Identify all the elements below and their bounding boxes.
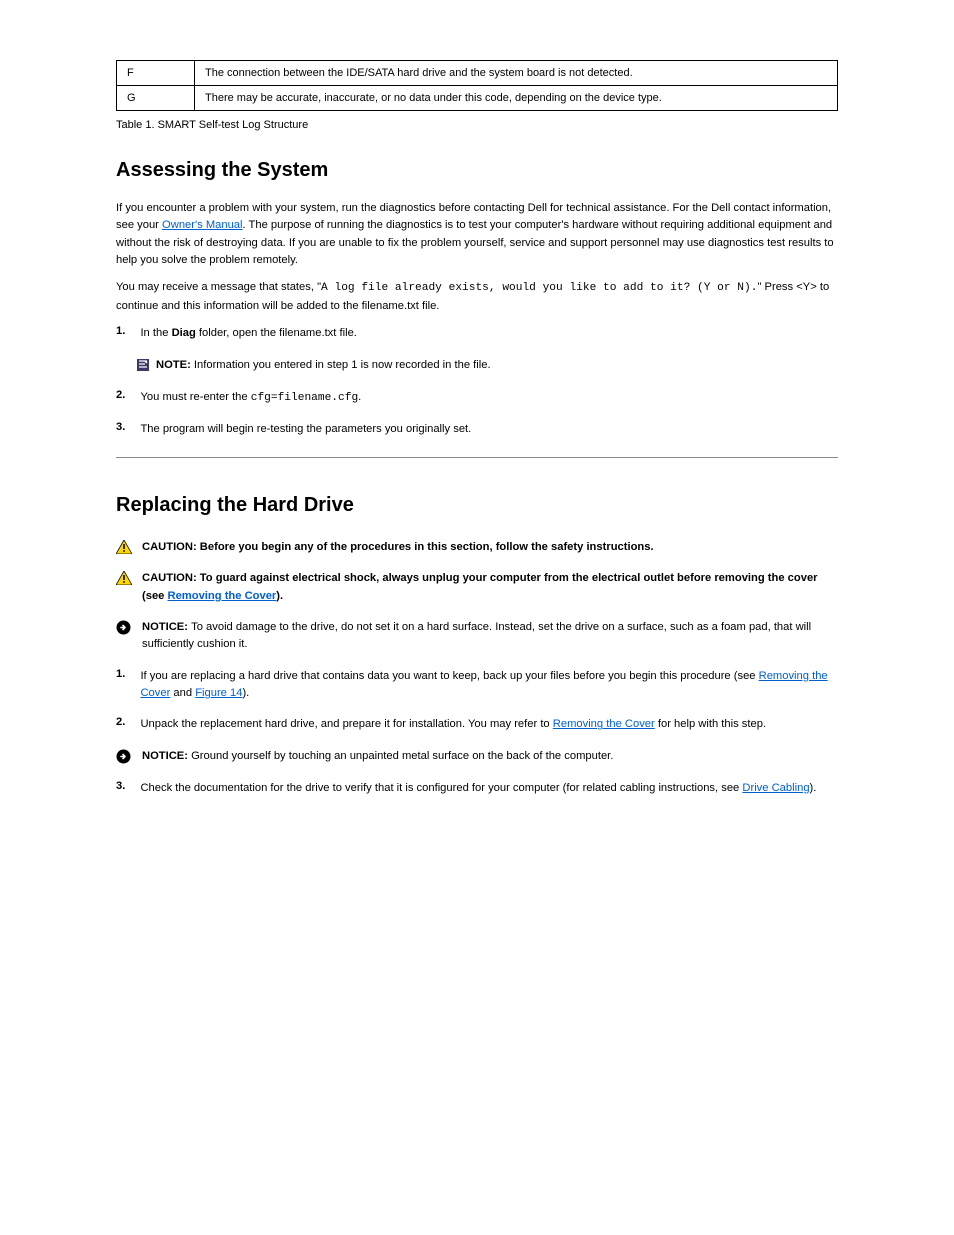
code-text: cfg=filename.cfg [251, 392, 358, 404]
filename-text: filename.txt [362, 300, 419, 312]
section-divider [116, 457, 838, 458]
note-label: NOTE: [156, 359, 194, 371]
code-cell: F [117, 61, 195, 86]
text-run: ). [810, 782, 817, 794]
step-number: 3. [116, 421, 136, 433]
text-run: folder, open the [196, 327, 279, 339]
assess-paragraph-2: You may receive a message that states, "… [116, 279, 838, 315]
repl-step-3: 3. Check the documentation for the drive… [116, 780, 838, 798]
caution-body: Before you begin any of the procedures i… [200, 541, 654, 553]
desc-cell: The connection between the IDE/SATA hard… [195, 61, 838, 86]
text-run: file. [419, 300, 440, 312]
owners-manual-link[interactable]: Owner's Manual [162, 219, 242, 231]
assessing-heading: Assessing the System [116, 159, 838, 182]
text-run: for help with this step. [655, 718, 766, 730]
text-run: and [170, 687, 195, 699]
assess-step-1: 1. In the Diag folder, open the filename… [116, 325, 838, 343]
caution-label: CAUTION: [142, 572, 200, 584]
text-run: Unpack the replacement hard drive, and p… [140, 718, 552, 730]
replacing-heading: Replacing the Hard Drive [116, 494, 838, 517]
repl-step-1: 1. If you are replacing a hard drive tha… [116, 668, 838, 703]
text-run: You may receive a message that states, " [116, 281, 321, 293]
notice-2: NOTICE: Ground yourself by touching an u… [116, 748, 838, 765]
assess-paragraph-1: If you encounter a problem with your sys… [116, 200, 838, 269]
notice-body: To avoid damage to the drive, do not set… [142, 621, 811, 650]
caution-body-tail: ). [276, 590, 283, 602]
desc-cell: There may be accurate, inaccurate, or no… [195, 86, 838, 111]
text-run: ). [242, 687, 249, 699]
notice-label: NOTICE: [142, 621, 191, 633]
step-number: 3. [116, 780, 136, 792]
step-number: 1. [116, 668, 136, 680]
step-number: 2. [116, 716, 136, 728]
smart-codes-table: F The connection between the IDE/SATA ha… [116, 60, 838, 111]
assess-step-2: 2. You must re-enter the cfg=filename.cf… [116, 389, 838, 407]
text-run: file. [336, 327, 357, 339]
notice-1: NOTICE: To avoid damage to the drive, do… [116, 619, 838, 654]
text-run: In the [140, 327, 171, 339]
filename-text: filename.txt [279, 327, 336, 339]
note-icon [136, 357, 156, 372]
assess-step-3: 3. The program will begin re-testing the… [116, 421, 838, 439]
table-row: F The connection between the IDE/SATA ha… [117, 61, 838, 86]
notice-body: Ground yourself by touching an unpainted… [191, 750, 613, 762]
step-text: The program will begin re-testing the pa… [140, 421, 834, 438]
notice-label: NOTICE: [142, 750, 191, 762]
repl-step-2: 2. Unpack the replacement hard drive, an… [116, 716, 838, 734]
text-run: Check the documentation for the drive to… [140, 782, 742, 794]
table-row: G There may be accurate, inaccurate, or … [117, 86, 838, 111]
removing-cover-link[interactable]: Removing the Cover [168, 590, 277, 602]
note-block: NOTE: Information you entered in step 1 … [136, 357, 838, 374]
notice-icon [116, 748, 142, 764]
step-number: 2. [116, 389, 136, 401]
text-run: . [358, 391, 361, 403]
code-cell: G [117, 86, 195, 111]
removing-cover-link[interactable]: Removing the Cover [553, 718, 655, 730]
caution-icon [116, 570, 142, 585]
text-run: You must re-enter the [140, 391, 250, 403]
code-text: A log file already exists, would you lik… [321, 282, 757, 294]
folder-name: Diag [172, 327, 196, 339]
step-number: 1. [116, 325, 136, 337]
table-caption: Table 1. SMART Self-test Log Structure [116, 119, 838, 131]
caution-label: CAUTION: [142, 541, 200, 553]
caution-icon [116, 539, 142, 554]
drive-cabling-link[interactable]: Drive Cabling [742, 782, 809, 794]
figure-link[interactable]: Figure 14 [195, 687, 242, 699]
notice-icon [116, 619, 142, 635]
caution-2: CAUTION: To guard against electrical sho… [116, 570, 838, 605]
text-run: If you are replacing a hard drive that c… [140, 670, 758, 682]
caution-1: CAUTION: Before you begin any of the pro… [116, 539, 838, 556]
note-body: Information you entered in step 1 is now… [194, 359, 491, 371]
